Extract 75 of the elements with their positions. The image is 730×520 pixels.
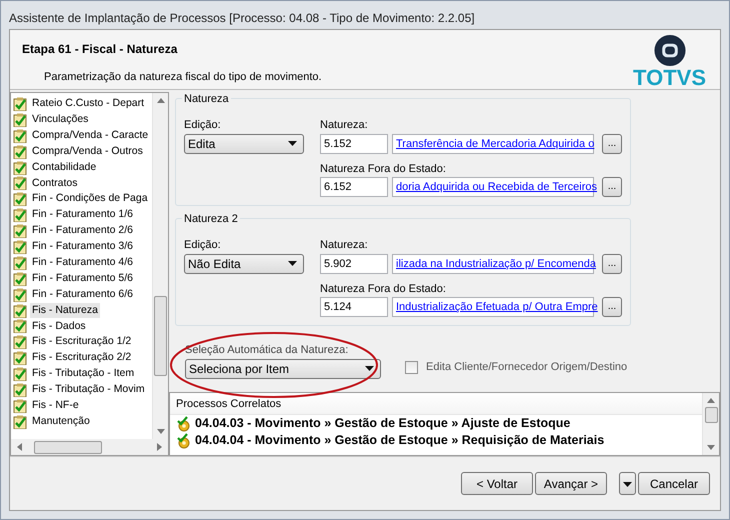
code-field[interactable]: 5.124 bbox=[320, 297, 388, 317]
code-field[interactable]: 5.902 bbox=[320, 254, 388, 274]
field-label: Edição: bbox=[184, 238, 222, 253]
horizontal-scrollbar[interactable] bbox=[11, 439, 168, 455]
scrollbar[interactable] bbox=[702, 393, 719, 455]
scroll-thumb[interactable] bbox=[704, 407, 718, 423]
wizard-button[interactable]: Cancelar bbox=[638, 472, 710, 495]
scroll-right-icon[interactable] bbox=[157, 443, 163, 451]
tree-item[interactable]: Fis - Escrituração 1/2 bbox=[30, 334, 134, 350]
tree-item[interactable]: Compra/Venda - Outros bbox=[30, 144, 145, 160]
tree-item[interactable]: Fin - Faturamento 4/6 bbox=[30, 254, 135, 271]
field-label: Edição: bbox=[184, 118, 222, 133]
tree-item[interactable]: Compra/Venda - Caracte bbox=[30, 128, 150, 144]
gear-check-icon bbox=[176, 432, 192, 448]
caret-icon bbox=[365, 366, 374, 371]
tree-item[interactable]: Fin - Faturamento 2/6 bbox=[30, 223, 135, 239]
tree-item[interactable]: Fis - Natureza bbox=[30, 302, 100, 318]
field-label: Natureza: bbox=[320, 118, 369, 133]
related-process-item[interactable]: 04.04.03 - Movimento » Gestão de Estoque » Ajuste de Estoque bbox=[195, 414, 570, 433]
step-description: Parametrização da natureza fiscal do tipo de movimento. bbox=[44, 70, 322, 84]
caret-icon bbox=[288, 261, 297, 266]
checkbox-label: Edita Cliente/Fornecedor Origem/Destino bbox=[426, 360, 628, 375]
gear-check-icon bbox=[176, 416, 192, 432]
tree-item[interactable]: Fin - Faturamento 5/6 bbox=[30, 270, 135, 287]
tree-item[interactable]: Fis - Tributação - Movim bbox=[30, 382, 147, 398]
caret-icon bbox=[623, 482, 632, 487]
tree-item[interactable]: Fis - Escrituração 2/2 bbox=[30, 350, 134, 366]
tree-item[interactable]: Rateio C.Custo - Depart bbox=[30, 96, 146, 112]
tree-item[interactable]: Fis - Tributação - Item bbox=[30, 366, 136, 382]
tree-item[interactable]: Fis - NF-e bbox=[30, 398, 81, 414]
scroll-thumb[interactable] bbox=[34, 440, 102, 454]
globe-logo-icon bbox=[652, 34, 687, 67]
tree-item[interactable]: Fin - Faturamento 1/6 bbox=[30, 207, 135, 224]
scrollbar[interactable] bbox=[152, 93, 168, 439]
field-label: Natureza Fora do Estado: bbox=[320, 282, 447, 296]
auto-selection-dropdown[interactable]: Seleciona por Item bbox=[185, 358, 381, 378]
tree-item[interactable]: Contabilidade bbox=[30, 160, 98, 176]
field-label: Seleção Automática da Natureza: bbox=[185, 343, 350, 358]
code-field[interactable]: 6.152 bbox=[320, 177, 388, 197]
tree-item[interactable]: Contratos bbox=[30, 176, 80, 192]
scroll-down-icon[interactable] bbox=[707, 445, 715, 451]
scroll-left-icon[interactable] bbox=[16, 443, 22, 451]
wizard-button[interactable]: < Voltar bbox=[461, 472, 533, 495]
browse-button[interactable]: ... bbox=[602, 254, 622, 274]
tree-item[interactable]: Vinculações bbox=[30, 112, 90, 128]
browse-button[interactable]: ... bbox=[602, 177, 622, 197]
related-process-item[interactable]: 04.04.04 - Movimento » Gestão de Estoque » Requisição de Materiais bbox=[195, 431, 604, 450]
caret-icon bbox=[288, 141, 297, 146]
code-field[interactable]: 5.152 bbox=[320, 134, 388, 154]
edit-dropdown[interactable]: Não Edita bbox=[184, 254, 304, 274]
description-link[interactable]: doria Adquirida ou Recebida de Terceiros bbox=[396, 181, 597, 193]
edit-dropdown[interactable]: Edita bbox=[184, 134, 304, 154]
field-label: Natureza: bbox=[320, 238, 369, 253]
description-field[interactable]: ilizada na Industrialização p/ Encomenda bbox=[392, 254, 594, 274]
scroll-down-icon[interactable] bbox=[156, 429, 164, 435]
tree-item[interactable]: Fin - Faturamento 3/6 bbox=[30, 239, 135, 255]
logo-text: TOTVS bbox=[633, 67, 706, 89]
field-label: Natureza Fora do Estado: bbox=[320, 162, 447, 176]
description-field[interactable]: Transferência de Mercadoria Adquirida o bbox=[392, 134, 594, 154]
menu-button[interactable] bbox=[619, 472, 636, 495]
description-link[interactable]: ilizada na Industrialização p/ Encomenda bbox=[396, 258, 596, 270]
tree-item[interactable]: Manutenção bbox=[30, 414, 92, 430]
tree-item[interactable]: Fin - Condições de Paga bbox=[30, 191, 150, 208]
scroll-thumb[interactable] bbox=[154, 296, 167, 376]
checkbox[interactable] bbox=[405, 360, 418, 374]
browse-button[interactable]: ... bbox=[602, 297, 622, 317]
description-link[interactable]: Transferência de Mercadoria Adquirida o bbox=[396, 138, 594, 150]
scroll-up-icon[interactable] bbox=[707, 397, 715, 403]
tree-item[interactable]: Fin - Faturamento 6/6 bbox=[30, 286, 135, 302]
scroll-up-icon[interactable] bbox=[156, 97, 164, 103]
wizard-button[interactable]: Avançar > bbox=[535, 472, 607, 495]
window-title: Assistente de Implantação de Processos [Processo: 04.08 - Tipo de Movimento: 2.2.05] bbox=[8, 10, 476, 27]
tree-item[interactable]: Fis - Dados bbox=[30, 318, 88, 334]
browse-button[interactable]: ... bbox=[602, 134, 622, 154]
step-title: Etapa 61 - Fiscal - Natureza bbox=[22, 41, 178, 58]
